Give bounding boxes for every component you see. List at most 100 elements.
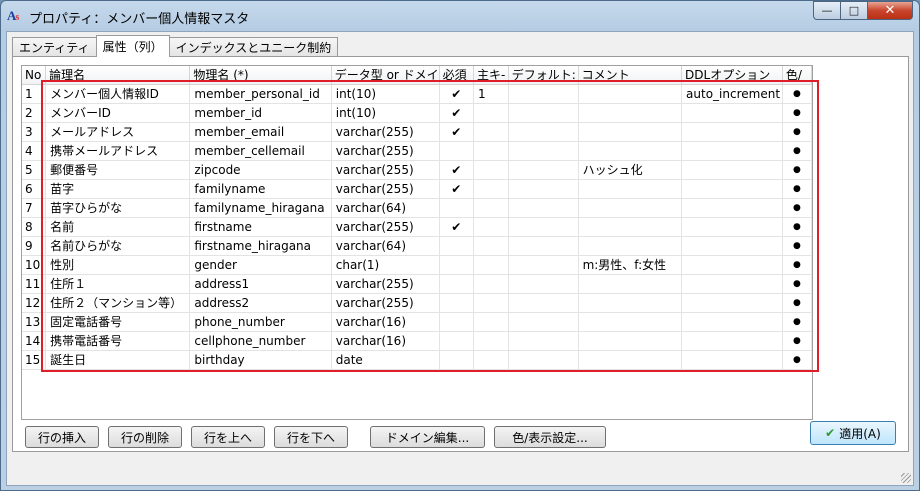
cell-required-check[interactable]: ✔ — [439, 84, 475, 104]
cell-physical-name[interactable]: address2 — [189, 293, 332, 313]
table-row[interactable]: 12 住所２（マンション等） address2 varchar(255) ● — [22, 293, 812, 313]
col-header-logical-name[interactable]: 論理名 — [45, 66, 191, 85]
cell-primary-key[interactable] — [473, 236, 509, 256]
cell-data-type[interactable]: varchar(255) — [331, 141, 440, 161]
cell-color-dot[interactable]: ● — [782, 122, 812, 142]
cell-required-check[interactable]: ✔ — [439, 122, 475, 142]
cell-physical-name[interactable]: member_cellemail — [189, 141, 332, 161]
table-row[interactable]: 13 固定電話番号 phone_number varchar(16) ● — [22, 312, 812, 332]
cell-data-type[interactable]: varchar(255) — [331, 274, 440, 294]
cell-default[interactable] — [508, 160, 579, 180]
col-header-color[interactable]: 色/ — [782, 66, 812, 85]
cell-default[interactable] — [508, 236, 579, 256]
cell-color-dot[interactable]: ● — [782, 312, 812, 332]
cell-required-check[interactable]: ✔ — [439, 160, 475, 180]
cell-required-check[interactable]: ✔ — [439, 217, 475, 237]
cell-comment[interactable] — [578, 217, 683, 237]
cell-data-type[interactable]: varchar(64) — [331, 198, 440, 218]
cell-physical-name[interactable]: zipcode — [189, 160, 332, 180]
cell-default[interactable] — [508, 217, 579, 237]
table-row[interactable]: 6 苗字 familyname varchar(255) ✔ ● — [22, 179, 812, 199]
cell-physical-name[interactable]: cellphone_number — [189, 331, 332, 351]
cell-primary-key[interactable] — [473, 331, 509, 351]
table-row[interactable]: 10 性別 gender char(1) m:男性、f:女性 ● — [22, 255, 812, 275]
cell-color-dot[interactable]: ● — [782, 160, 812, 180]
cell-primary-key[interactable] — [473, 103, 509, 123]
cell-required-check[interactable] — [439, 255, 475, 275]
cell-no[interactable]: 4 — [22, 141, 47, 161]
table-row[interactable]: 2 メンバーID member_id int(10) ✔ ● — [22, 103, 812, 123]
cell-color-dot[interactable]: ● — [782, 236, 812, 256]
cell-ddl-option[interactable] — [681, 236, 783, 256]
maximize-button[interactable]: □ — [840, 1, 867, 20]
cell-physical-name[interactable]: firstname_hiragana — [189, 236, 332, 256]
cell-ddl-option[interactable] — [681, 217, 783, 237]
cell-required-check[interactable] — [439, 331, 475, 351]
cell-required-check[interactable]: ✔ — [439, 179, 475, 199]
cell-data-type[interactable]: date — [331, 350, 440, 370]
cell-logical-name[interactable]: 携帯電話番号 — [45, 331, 191, 351]
cell-color-dot[interactable]: ● — [782, 198, 812, 218]
cell-comment[interactable] — [578, 312, 683, 332]
cell-color-dot[interactable]: ● — [782, 350, 812, 370]
cell-comment[interactable] — [578, 198, 683, 218]
cell-primary-key[interactable] — [473, 293, 509, 313]
cell-no[interactable]: 2 — [22, 103, 47, 123]
cell-logical-name[interactable]: メンバーID — [45, 103, 191, 123]
cell-physical-name[interactable]: gender — [189, 255, 332, 275]
cell-no[interactable]: 12 — [22, 293, 47, 313]
cell-primary-key[interactable] — [473, 198, 509, 218]
cell-primary-key[interactable] — [473, 122, 509, 142]
cell-ddl-option[interactable] — [681, 122, 783, 142]
table-row[interactable]: 5 郵便番号 zipcode varchar(255) ✔ ハッシュ化 ● — [22, 160, 812, 180]
cell-color-dot[interactable]: ● — [782, 274, 812, 294]
cell-data-type[interactable]: varchar(255) — [331, 122, 440, 142]
cell-default[interactable] — [508, 198, 579, 218]
table-row[interactable]: 9 名前ひらがな firstname_hiragana varchar(64) ● — [22, 236, 812, 256]
cell-no[interactable]: 11 — [22, 274, 47, 294]
move-row-up-button[interactable]: 行を上へ — [191, 426, 265, 448]
cell-no[interactable]: 9 — [22, 236, 47, 256]
table-row[interactable]: 11 住所１ address1 varchar(255) ● — [22, 274, 812, 294]
cell-primary-key[interactable] — [473, 255, 509, 275]
cell-physical-name[interactable]: member_id — [189, 103, 332, 123]
cell-required-check[interactable] — [439, 236, 475, 256]
col-header-primary-key[interactable]: 主キ- — [473, 66, 509, 85]
cell-no[interactable]: 5 — [22, 160, 47, 180]
cell-data-type[interactable]: varchar(16) — [331, 312, 440, 332]
cell-ddl-option[interactable] — [681, 160, 783, 180]
col-header-required[interactable]: 必須 — [439, 66, 475, 85]
insert-row-button[interactable]: 行の挿入 — [25, 426, 99, 448]
col-header-ddl-option[interactable]: DDLオプション — [681, 66, 783, 85]
cell-comment[interactable] — [578, 179, 683, 199]
cell-ddl-option[interactable] — [681, 331, 783, 351]
cell-no[interactable]: 7 — [22, 198, 47, 218]
cell-logical-name[interactable]: 住所１ — [45, 274, 191, 294]
attribute-grid[interactable]: No 論理名 物理名 (*) データ型 or ドメイ 必須 主キ- デフォルト:… — [21, 65, 813, 420]
cell-logical-name[interactable]: 苗字ひらがな — [45, 198, 191, 218]
cell-physical-name[interactable]: familyname_hiragana — [189, 198, 332, 218]
cell-ddl-option[interactable] — [681, 103, 783, 123]
cell-logical-name[interactable]: 郵便番号 — [45, 160, 191, 180]
tab-entity[interactable]: エンティティ — [12, 37, 97, 57]
cell-ddl-option[interactable] — [681, 350, 783, 370]
cell-default[interactable] — [508, 141, 579, 161]
color-display-settings-button[interactable]: 色/表示設定... — [494, 426, 606, 448]
cell-physical-name[interactable]: birthday — [189, 350, 332, 370]
table-row[interactable]: 7 苗字ひらがな familyname_hiragana varchar(64) ● — [22, 198, 812, 218]
resize-grip-icon[interactable] — [901, 473, 911, 483]
cell-comment[interactable] — [578, 122, 683, 142]
cell-required-check[interactable] — [439, 312, 475, 332]
cell-comment[interactable] — [578, 84, 683, 104]
minimize-button[interactable]: — — [813, 1, 840, 20]
move-row-down-button[interactable]: 行を下へ — [274, 426, 348, 448]
cell-no[interactable]: 3 — [22, 122, 47, 142]
cell-logical-name[interactable]: メールアドレス — [45, 122, 191, 142]
table-row[interactable]: 1 メンバー個人情報ID member_personal_id int(10) ✔ 1 au… — [22, 84, 812, 104]
domain-edit-button[interactable]: ドメイン編集... — [370, 426, 485, 448]
cell-ddl-option[interactable] — [681, 293, 783, 313]
cell-physical-name[interactable]: familyname — [189, 179, 332, 199]
cell-color-dot[interactable]: ● — [782, 217, 812, 237]
cell-no[interactable]: 15 — [22, 350, 47, 370]
cell-ddl-option[interactable] — [681, 255, 783, 275]
